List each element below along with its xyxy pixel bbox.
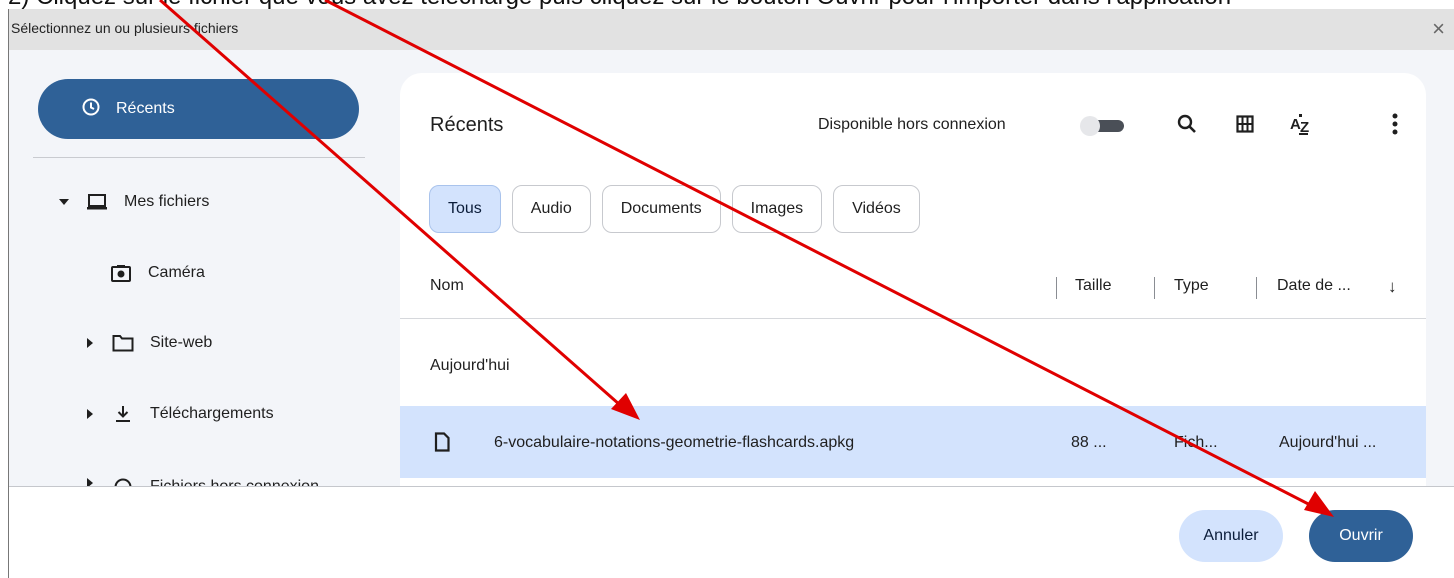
column-header-size[interactable]: Taille [1075,277,1111,295]
chip-documents[interactable]: Documents [601,185,721,233]
column-separator[interactable] [1056,277,1057,299]
main-panel: Récents Disponible hors connexion A Z To… [400,73,1426,486]
sidebar-item-label: Téléchargements [150,405,274,422]
sidebar-item-site-web[interactable]: Site-web [84,334,212,352]
sort-down-icon[interactable]: ↓ [1388,277,1397,297]
column-separator[interactable] [1154,277,1155,299]
file-size: 88 ... [1071,434,1107,451]
camera-icon [108,264,134,282]
instruction-text-cropped: 2) Cliquez sur le fichier que vous avez … [0,0,1454,9]
sidebar-item-downloads[interactable]: Téléchargements [84,405,274,423]
laptop-icon [84,193,110,211]
file-date: Aujourd'hui ... [1279,434,1377,451]
chip-audio[interactable]: Audio [511,185,591,233]
column-separator[interactable] [1256,277,1257,299]
file-type: Fich... [1174,434,1218,451]
sidebar-item-label: Caméra [148,264,205,281]
search-icon[interactable] [1172,109,1202,139]
file-picker-dialog: Sélectionnez un ou plusieurs fichiers × … [8,9,1454,578]
group-label: Aujourd'hui [430,357,510,374]
table-row[interactable]: 6-vocabulaire-notations-geometrie-flashc… [400,406,1426,478]
dialog-title: Sélectionnez un ou plusieurs fichiers [11,20,239,36]
column-header-date[interactable]: Date de ... [1277,277,1351,295]
sidebar-item-label: Mes fichiers [124,193,210,210]
sidebar-item-offline-files[interactable]: Fichiers hors connexion [84,478,319,486]
instruction-text: 2) Cliquez sur le fichier que vous avez … [8,0,1231,9]
file-icon [434,432,450,457]
cancel-button[interactable]: Annuler [1179,510,1283,562]
dialog-titlebar: Sélectionnez un ou plusieurs fichiers × [9,9,1454,50]
grid-view-icon[interactable] [1230,109,1260,139]
chip-images[interactable]: Images [731,185,823,233]
caret-right-icon[interactable] [84,409,96,419]
caret-right-icon[interactable] [84,478,96,486]
toggle-knob [1080,116,1100,136]
more-vert-icon[interactable] [1380,109,1410,139]
caret-right-icon[interactable] [84,338,96,348]
offline-toggle[interactable] [1080,116,1126,136]
globe-icon [110,478,136,486]
sidebar-item-recents[interactable]: Récents [38,79,359,139]
download-icon [110,405,136,423]
column-header-type[interactable]: Type [1174,277,1209,295]
offline-label: Disponible hors connexion [818,116,1006,133]
dialog-footer: Annuler Ouvrir [9,487,1454,578]
page-title: Récents [430,114,504,136]
sidebar-item-label: Fichiers hors connexion [150,478,319,486]
column-header-name[interactable]: Nom [430,277,464,295]
chip-tous[interactable]: Tous [429,185,501,233]
chip-videos[interactable]: Vidéos [833,185,920,233]
sidebar: Récents Mes fichiers Caméra Site-web Tél… [9,50,399,486]
sidebar-item-camera[interactable]: Caméra [108,264,205,282]
sort-az-icon[interactable]: A Z [1285,109,1315,139]
folder-icon [110,334,136,352]
file-name: 6-vocabulaire-notations-geometrie-flashc… [494,434,855,451]
clock-icon [82,98,100,121]
caret-down-icon[interactable] [58,199,70,205]
sidebar-item-my-files[interactable]: Mes fichiers [58,193,209,211]
sidebar-item-label: Récents [116,100,175,117]
close-icon[interactable]: × [1432,15,1445,43]
open-button[interactable]: Ouvrir [1309,510,1413,562]
sidebar-item-label: Site-web [150,334,213,351]
filter-chips: Tous Audio Documents Images Vidéos [429,185,920,233]
column-header-row: Nom Taille Type Date de ... ↓ [400,263,1426,319]
sidebar-divider [33,157,365,158]
